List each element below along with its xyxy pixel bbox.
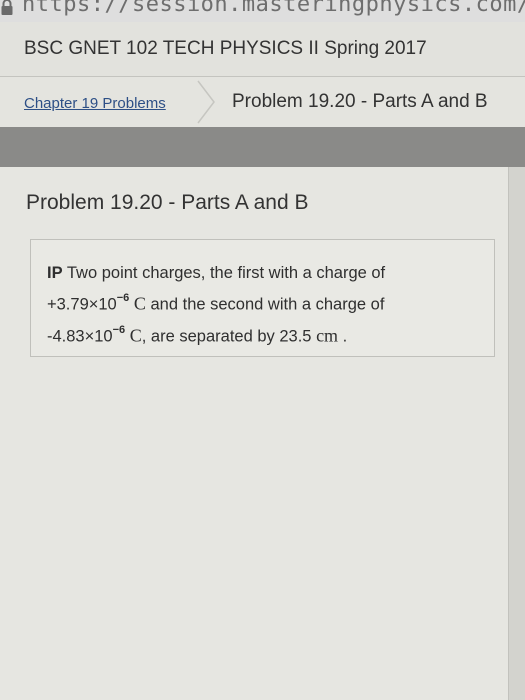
problem-statement-box: IP Two point charges, the first with a c… (30, 239, 495, 357)
toolbar-band (0, 127, 525, 167)
statement-text-3: , are separated by 23.5 (141, 327, 312, 345)
course-title: BSC GNET 102 TECH PHYSICS II Spring 2017 (24, 38, 427, 59)
problem-panel: Problem 19.20 - Parts A and B IP Two poi… (0, 167, 509, 700)
charge2-exponent: −6 (112, 323, 126, 336)
statement-line-3: -4.83×10−6 C, are separated by 23.5 cm . (47, 319, 487, 351)
breadcrumb-link-chapter[interactable]: Chapter 19 Problems (24, 95, 166, 112)
chevron-right-icon (197, 80, 215, 124)
charge1-value: +3.79×10 (47, 295, 117, 314)
statement-line-1: IP Two point charges, the first with a c… (47, 260, 487, 287)
statement-text-2: and the second with a charge of (150, 295, 385, 314)
course-header: BSC GNET 102 TECH PHYSICS II Spring 2017 (0, 22, 525, 77)
problem-statement: IP Two point charges, the first with a c… (47, 260, 487, 350)
problem-title: Problem 19.20 - Parts A and B (26, 191, 309, 214)
charge1-unit: C (133, 293, 146, 314)
charge1-exponent: −6 (116, 292, 130, 304)
statement-end: . (342, 327, 348, 345)
scrollbar[interactable] (509, 167, 525, 700)
breadcrumb: Chapter 19 Problems Problem 19.20 - Part… (0, 77, 525, 127)
breadcrumb-current: Problem 19.20 - Parts A and B (232, 91, 488, 112)
statement-line-2: +3.79×10−6 C and the second with a charg… (47, 287, 487, 319)
distance-unit: cm (316, 325, 339, 345)
page: https://session.masteringphysics.com/myc… (0, 0, 525, 700)
address-bar[interactable]: https://session.masteringphysics.com/myc… (0, 0, 525, 22)
charge2-unit: C (129, 325, 142, 345)
ip-tag: IP (47, 264, 63, 282)
url-text[interactable]: https://session.masteringphysics.com/myc… (22, 0, 525, 17)
charge2-value: -4.83×10 (47, 327, 113, 345)
statement-text-1: Two point charges, the first with a char… (66, 264, 386, 282)
lock-icon (1, 0, 13, 15)
